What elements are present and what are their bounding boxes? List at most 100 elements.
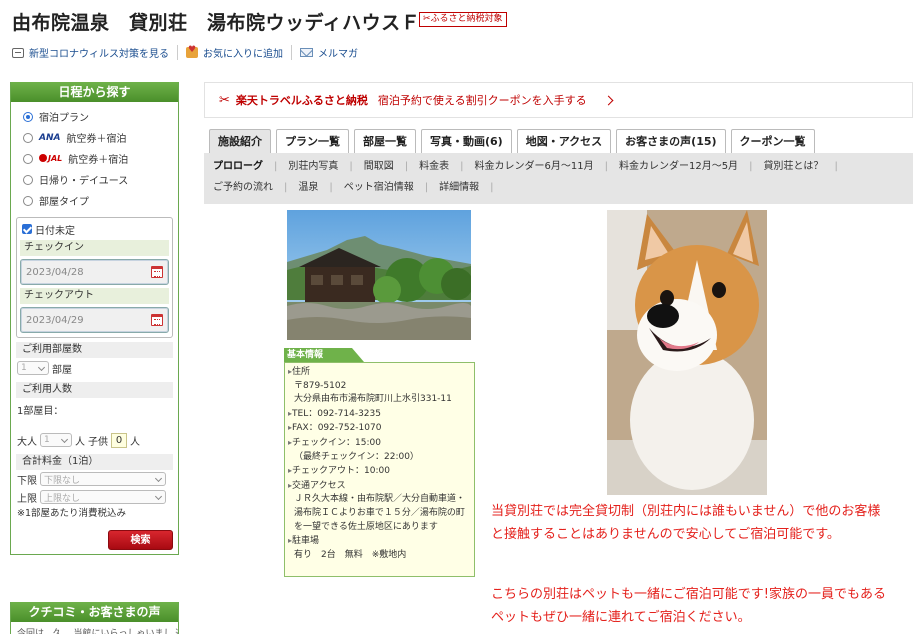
basic-info-box: 基本情報 住所 〒879-5102 大分県由布市湯布院町川上水引331-11 T…	[284, 348, 475, 577]
scissors-icon: ✂	[219, 92, 230, 108]
max-price-select[interactable]: 上限なし	[40, 490, 166, 504]
jal-crane-icon	[39, 154, 47, 162]
separator: |	[749, 161, 753, 172]
min-price-label: 下限	[17, 475, 37, 487]
mail-icon	[300, 48, 313, 57]
radio-label: 航空券＋宿泊	[68, 155, 129, 166]
checkbox-checked-icon[interactable]	[22, 224, 32, 234]
min-price-row: 下限 下限なし	[11, 470, 178, 488]
furusato-coupon-banner[interactable]: ✂ 楽天トラベルふるさと納税 宿泊予約で使える割引クーポンを入手する	[204, 82, 913, 118]
furusato-badge[interactable]: ✂ふるさと納税対象	[419, 12, 507, 27]
radio-button[interactable]	[23, 153, 33, 164]
radio-label: 航空券＋宿泊	[66, 134, 127, 145]
add-favorite-link-label: お気に入りに追加	[203, 49, 283, 60]
covid-measures-link[interactable]: 新型コロナウィルス対策を見る	[12, 45, 178, 60]
tab-reviews[interactable]: お客さまの声(15)	[616, 129, 726, 153]
separator: |	[274, 161, 278, 172]
rooms-unit: 部屋	[52, 364, 72, 376]
subnav-calendar-dec-may[interactable]: 料金カレンダー12月～5月	[619, 158, 738, 179]
review-box: クチコミ・お客さまの声 今回は、久... 当館にいらっしゃいまし 選	[10, 602, 179, 634]
basic-info-body: 住所 〒879-5102 大分県由布市湯布院町川上水引331-11 TEL：09…	[284, 362, 475, 577]
radio-day-use[interactable]: 日帰り・デイユース	[23, 169, 178, 190]
tab-rooms[interactable]: 部屋一覧	[354, 129, 416, 153]
subnav-calendar-jun-nov[interactable]: 料金カレンダー6月～11月	[475, 158, 594, 179]
tab-photos-videos[interactable]: 写真・動画(6)	[421, 129, 512, 153]
tab-map-access[interactable]: 地図・アクセス	[516, 129, 612, 153]
facility-tabs: 施設紹介 プラン一覧 部屋一覧 写真・動画(6) 地図・アクセス お客さまの声(…	[209, 129, 815, 153]
add-favorite-link[interactable]: お気に入りに追加	[186, 45, 292, 60]
subnav-booking-flow[interactable]: ご予約の流れ	[213, 179, 273, 200]
guests-row: 大人 1 人 子供 0 人	[11, 430, 178, 450]
address-label: 住所	[288, 365, 471, 380]
postal-code: 〒879-5102	[294, 380, 347, 391]
radio-button[interactable]	[23, 132, 33, 143]
tab-facility-intro[interactable]: 施設紹介	[209, 129, 271, 153]
favorite-icon	[186, 45, 198, 58]
separator: |	[404, 161, 409, 172]
subnav-details[interactable]: 詳細情報	[439, 179, 479, 200]
sidebar-heading: 日程から探す	[11, 82, 178, 102]
separator: |	[284, 182, 288, 193]
date-undecided-label: 日付未定	[35, 225, 75, 237]
search-sidebar: 日程から探す 宿泊プラン ANA 航空券＋宿泊 JAL 航空券＋宿泊 日帰り・デ…	[10, 82, 179, 555]
radio-stay-plan[interactable]: 宿泊プラン	[23, 106, 178, 127]
newsletter-link[interactable]: メルマガ	[300, 45, 366, 60]
pet-dog-photo	[607, 210, 767, 495]
calendar-icon[interactable]	[151, 314, 163, 326]
rooms-select[interactable]: 1	[17, 361, 49, 375]
subnav-price-table[interactable]: 料金表	[419, 158, 449, 179]
radio-ana-flight-stay[interactable]: ANA 航空券＋宿泊	[23, 127, 178, 148]
separator: |	[424, 182, 429, 193]
guests-label: ご利用人数	[16, 382, 173, 398]
date-undecided-checkbox[interactable]: 日付未定	[20, 221, 169, 237]
subnav-onsen[interactable]: 温泉	[298, 179, 318, 200]
subnav-what-is-villa[interactable]: 貸別荘とは？	[763, 158, 823, 179]
max-price-label: 上限	[17, 493, 37, 505]
corgi-photo-art	[607, 210, 767, 495]
child-input[interactable]: 0	[111, 432, 127, 448]
checkin-time: チェックイン：15:00	[288, 436, 471, 451]
radio-room-type[interactable]: 部屋タイプ	[23, 190, 178, 211]
radio-button[interactable]	[23, 174, 33, 185]
rooms-label: ご利用部屋数	[16, 342, 173, 358]
tab-coupons[interactable]: クーポン一覧	[730, 129, 815, 153]
basic-info-heading: 基本情報	[284, 348, 364, 362]
fax-text: FAX：092-752-1070	[288, 421, 471, 436]
plan-type-radios: 宿泊プラン ANA 航空券＋宿泊 JAL 航空券＋宿泊 日帰り・デイユース 部屋…	[11, 102, 178, 215]
pet-friendly-note: こちらの別荘はペットも一緒にご宿泊可能です!家族の一員でもあるペットもぜひ一緒に…	[491, 587, 886, 625]
subnav-villa-photos[interactable]: 別荘内写真	[288, 158, 338, 179]
date-box: 日付未定 チェックイン 2023/04/28 チェックアウト 2023/04/2…	[16, 217, 173, 338]
calendar-icon[interactable]	[151, 266, 163, 278]
review-heading: クチコミ・お客さまの声	[11, 602, 178, 622]
sub-navigation: プロローグ | 別荘内写真 | 間取図 | 料金表 | 料金カレンダー6月～11月 | 料…	[204, 153, 913, 204]
banner-brand: 楽天トラベルふるさと納税	[235, 94, 368, 107]
rooms-row: 1 部屋	[11, 358, 178, 378]
radio-label: 宿泊プラン	[39, 113, 89, 124]
jal-logo-text: JAL	[48, 154, 63, 163]
last-checkin-time: （最終チェックイン：22:00）	[294, 451, 419, 462]
radio-button[interactable]	[23, 111, 33, 122]
subnav-prologue[interactable]: プロローグ	[213, 158, 263, 179]
checkin-date-input[interactable]: 2023/04/28	[20, 259, 169, 285]
checkin-label: チェックイン	[20, 240, 169, 256]
adult-select[interactable]: 1	[40, 433, 72, 447]
house-photo-art	[287, 210, 471, 340]
page-title: 由布院温泉 貸別荘 湯布院ウッディハウスＦ	[12, 12, 421, 34]
radio-jal-flight-stay[interactable]: JAL 航空券＋宿泊	[23, 148, 178, 169]
separator: |	[604, 161, 608, 172]
separator: |	[460, 161, 464, 172]
tel-text: TEL：092-714-3235	[288, 407, 471, 422]
subnav-floor-plan[interactable]: 間取図	[364, 158, 394, 179]
radio-label: 部屋タイプ	[39, 197, 89, 208]
radio-button[interactable]	[23, 195, 33, 206]
subnav-pet-info[interactable]: ペット宿泊情報	[344, 179, 414, 200]
separator: |	[834, 161, 838, 172]
tab-plans[interactable]: プラン一覧	[276, 129, 349, 153]
min-price-select[interactable]: 下限なし	[40, 472, 166, 486]
checkout-date-input[interactable]: 2023/04/29	[20, 307, 169, 333]
search-button[interactable]: 検索	[108, 530, 173, 550]
review-snippet: 今回は、久... 当館にいらっしゃいまし 選	[17, 629, 178, 634]
parking-label: 駐車場	[288, 534, 471, 549]
max-price-row: 上限 上限なし	[11, 488, 178, 506]
child-label: 子供	[88, 436, 108, 448]
